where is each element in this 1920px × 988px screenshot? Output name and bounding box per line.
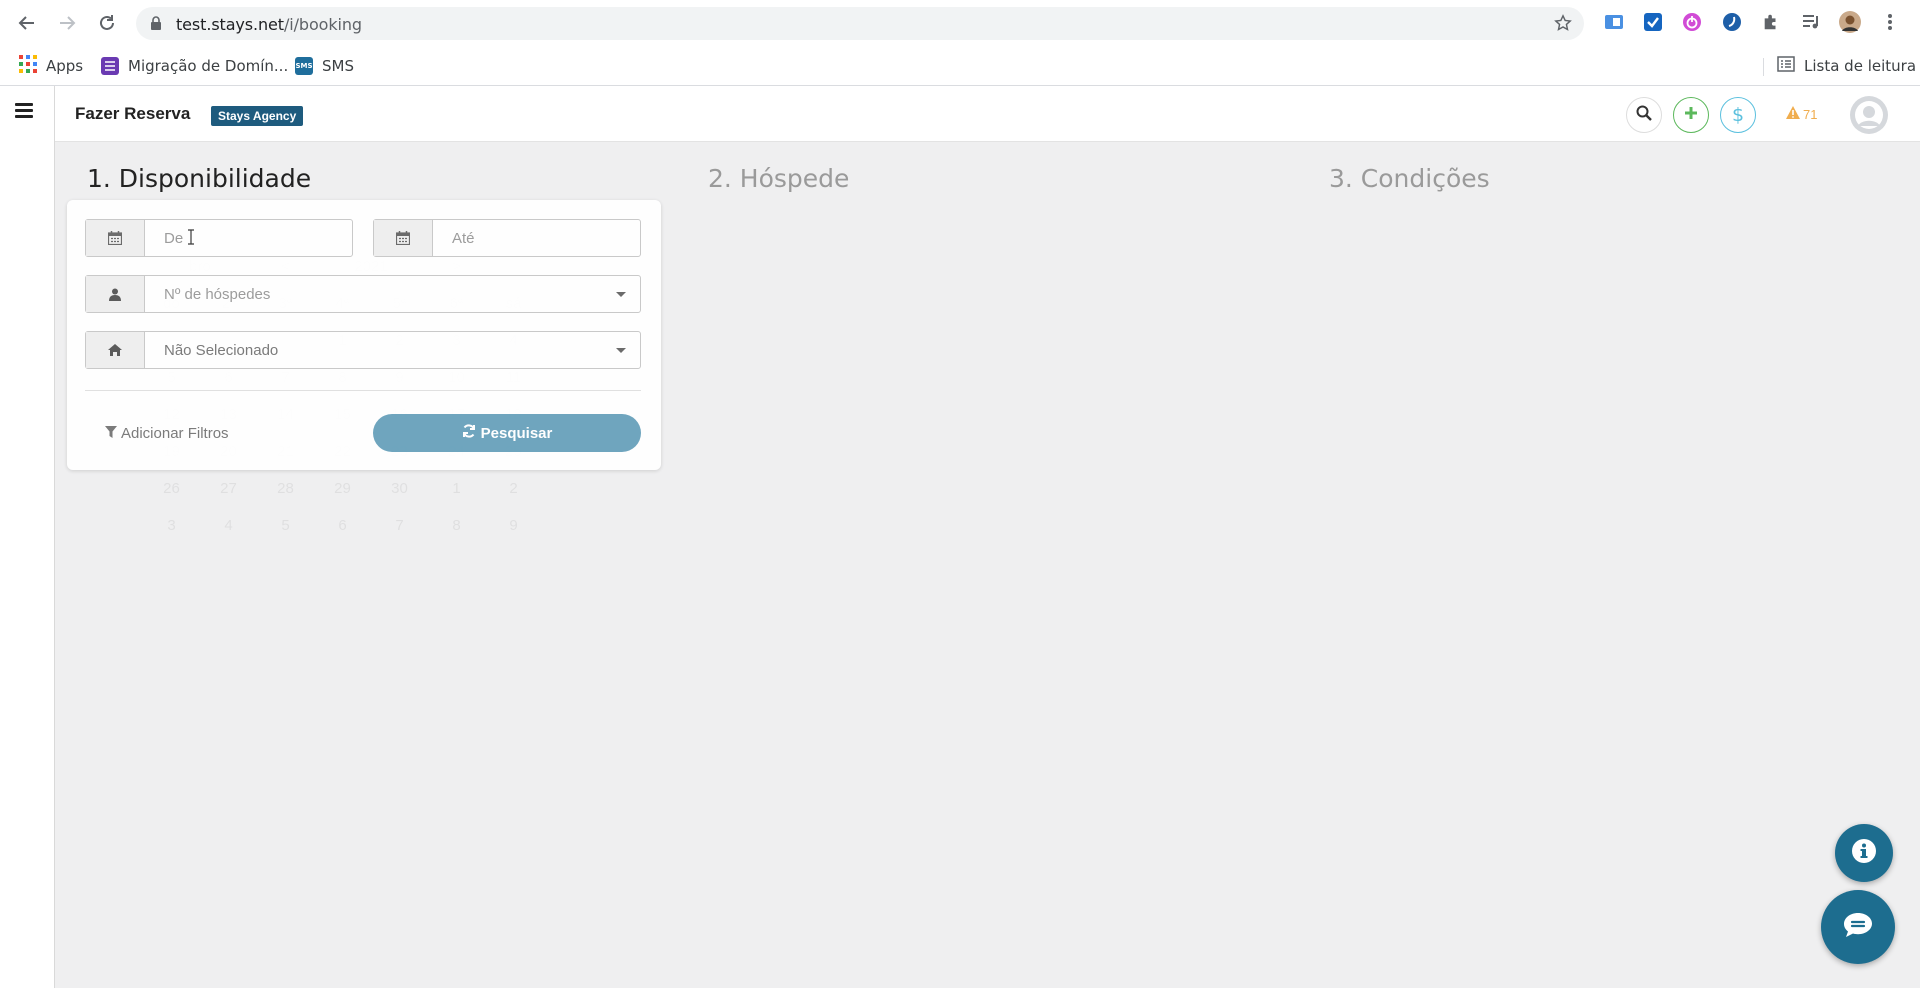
date-to-group — [373, 219, 641, 257]
text-cursor-icon — [187, 229, 195, 249]
search-icon — [1636, 105, 1652, 126]
availability-card: Nº de hóspedes Não Selecionado — [67, 200, 661, 470]
address-bar[interactable]: test.stays.net/i/booking — [136, 7, 1584, 40]
bookmark-apps[interactable]: Apps — [19, 55, 83, 77]
bookmarks-bar: Apps Migração de Domín... SMS SMS Lista … — [0, 47, 1920, 86]
property-value: Não Selecionado — [164, 341, 279, 359]
booking-main: 1. Disponibilidade 2. Hóspede 3. Condiçõ… — [55, 142, 1920, 988]
bookmarks-separator — [1763, 58, 1764, 76]
reload-icon[interactable] — [95, 11, 119, 35]
date-to-input[interactable] — [452, 220, 640, 256]
dollar-icon: $ — [1731, 104, 1745, 126]
extensions-puzzle-icon[interactable] — [1760, 11, 1782, 33]
hamburger-menu-icon[interactable] — [15, 103, 33, 118]
chat-fab-button[interactable] — [1821, 890, 1895, 964]
extension-translate-icon[interactable] — [1603, 11, 1625, 33]
extension-power-icon[interactable] — [1681, 11, 1703, 33]
guests-select[interactable]: Nº de hóspedes — [85, 275, 641, 313]
datepicker-week: 3456789 — [167, 517, 518, 534]
guests-placeholder: Nº de hóspedes — [164, 285, 271, 303]
bookmark-star-icon[interactable] — [1554, 14, 1572, 37]
list-icon — [101, 57, 119, 75]
chevron-down-icon — [616, 292, 626, 297]
browser-toolbar: test.stays.net/i/booking — [0, 0, 1920, 47]
warning-icon — [1786, 106, 1800, 122]
extension-todo-icon[interactable] — [1642, 11, 1664, 33]
info-icon — [1851, 838, 1877, 869]
extension-blue-circle-icon[interactable] — [1721, 11, 1743, 33]
lock-icon[interactable] — [150, 16, 162, 35]
finance-button[interactable]: $ — [1720, 97, 1756, 133]
step-conditions: 3. Condições — [1329, 164, 1490, 193]
bookmark-sms[interactable]: SMS SMS — [295, 55, 354, 77]
alerts-indicator[interactable]: 71 — [1786, 106, 1817, 122]
card-divider — [85, 390, 641, 391]
datepicker-week: 26 27 28 29 30 1 2 — [163, 480, 518, 497]
user-icon — [86, 276, 145, 312]
alert-count: 71 — [1803, 106, 1818, 122]
user-avatar[interactable] — [1850, 96, 1888, 134]
apps-grid-icon — [19, 55, 37, 77]
add-button[interactable] — [1673, 97, 1709, 133]
info-fab-button[interactable] — [1835, 824, 1893, 882]
calendar-icon[interactable] — [374, 220, 433, 256]
reading-list[interactable]: Lista de leitura — [1777, 55, 1916, 77]
search-button[interactable] — [1626, 97, 1662, 133]
calendar-icon[interactable] — [86, 220, 145, 256]
filter-icon — [105, 425, 117, 442]
left-rail — [0, 86, 55, 988]
agency-badge: Stays Agency — [211, 106, 304, 126]
step-guest: 2. Hóspede — [708, 164, 850, 193]
more-menu-icon[interactable] — [1879, 11, 1901, 33]
chevron-down-icon — [616, 348, 626, 353]
forward-icon[interactable] — [55, 11, 79, 35]
profile-avatar-icon[interactable] — [1839, 11, 1861, 33]
bookmark-migracao[interactable]: Migração de Domín... — [101, 55, 288, 77]
add-filters-link[interactable]: Adicionar Filtros — [105, 425, 229, 442]
refresh-icon — [462, 424, 476, 442]
chat-icon — [1843, 912, 1873, 943]
page-title: Fazer Reserva — [75, 104, 191, 123]
reading-list-icon — [1777, 56, 1795, 76]
back-icon[interactable] — [15, 11, 39, 35]
url-text: test.stays.net/i/booking — [176, 15, 362, 34]
home-icon — [86, 332, 145, 368]
media-control-icon[interactable] — [1800, 11, 1822, 33]
step-availability: 1. Disponibilidade — [87, 164, 312, 193]
search-submit-button[interactable]: Pesquisar — [373, 414, 641, 452]
date-from-group — [85, 219, 353, 257]
plus-icon — [1683, 105, 1699, 126]
property-select[interactable]: Não Selecionado — [85, 331, 641, 369]
app-root: Fazer Reserva Stays Agency $ 71 1. Dispo… — [0, 86, 1920, 988]
sms-icon: SMS — [295, 57, 313, 75]
app-header: Fazer Reserva Stays Agency $ 71 — [55, 86, 1920, 142]
